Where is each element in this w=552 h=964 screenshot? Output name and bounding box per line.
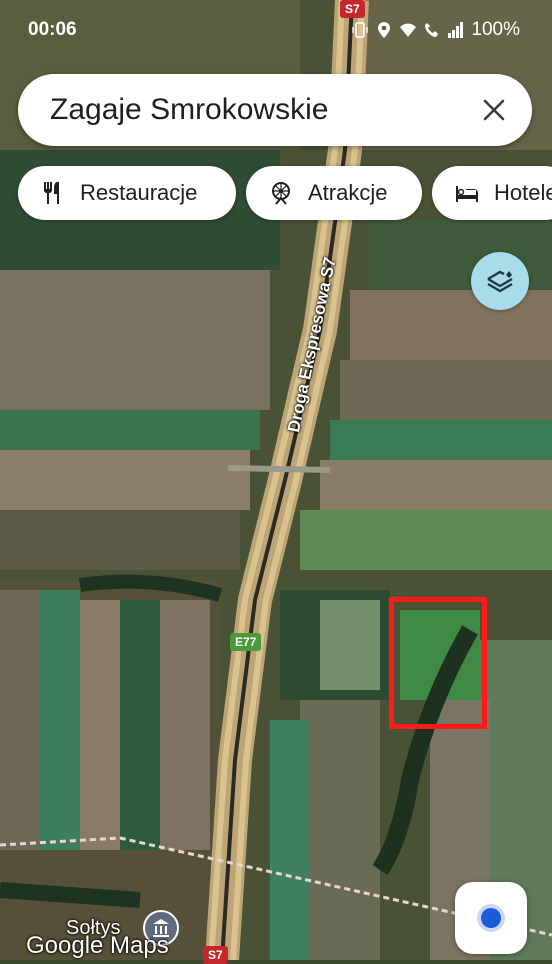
battery-level: 100%: [471, 19, 520, 40]
route-shield-s7-top: S7: [340, 0, 365, 18]
close-icon[interactable]: [480, 96, 508, 124]
route-shield-e77: E77: [230, 633, 262, 651]
chip-attractions[interactable]: Atrakcje: [246, 166, 422, 220]
search-query[interactable]: Zagaje Smrokowskie: [50, 93, 328, 127]
layers-icon: [487, 270, 513, 293]
status-time: 00:06: [28, 19, 77, 40]
status-icons: 100%: [351, 19, 520, 41]
location-dot-icon: [481, 908, 501, 928]
chip-hotels[interactable]: Hotele: [432, 166, 552, 220]
location-icon: [378, 22, 391, 38]
restaurant-icon: [44, 182, 59, 204]
google-maps-logo: Google Maps: [26, 932, 169, 959]
status-bar: 00:06 100%: [0, 0, 552, 60]
search-bar[interactable]: Zagaje Smrokowskie: [18, 74, 532, 146]
attraction-icon: [272, 182, 290, 205]
route-shield-s7-bottom: S7: [203, 946, 228, 964]
chip-restaurants[interactable]: Restauracje: [18, 166, 236, 220]
chip-label: Atrakcje: [308, 180, 388, 205]
vibrate-icon: [352, 22, 369, 38]
signal-icon: [448, 22, 464, 38]
wifi-icon: [400, 23, 417, 37]
hotel-icon: [456, 186, 478, 202]
chip-label: Restauracje: [80, 180, 198, 205]
highlight-rectangle: [389, 597, 487, 729]
chip-label: Hotele: [494, 180, 552, 205]
layers-button[interactable]: [471, 252, 529, 310]
my-location-button[interactable]: [455, 882, 527, 954]
wifi-call-icon: [425, 23, 439, 37]
